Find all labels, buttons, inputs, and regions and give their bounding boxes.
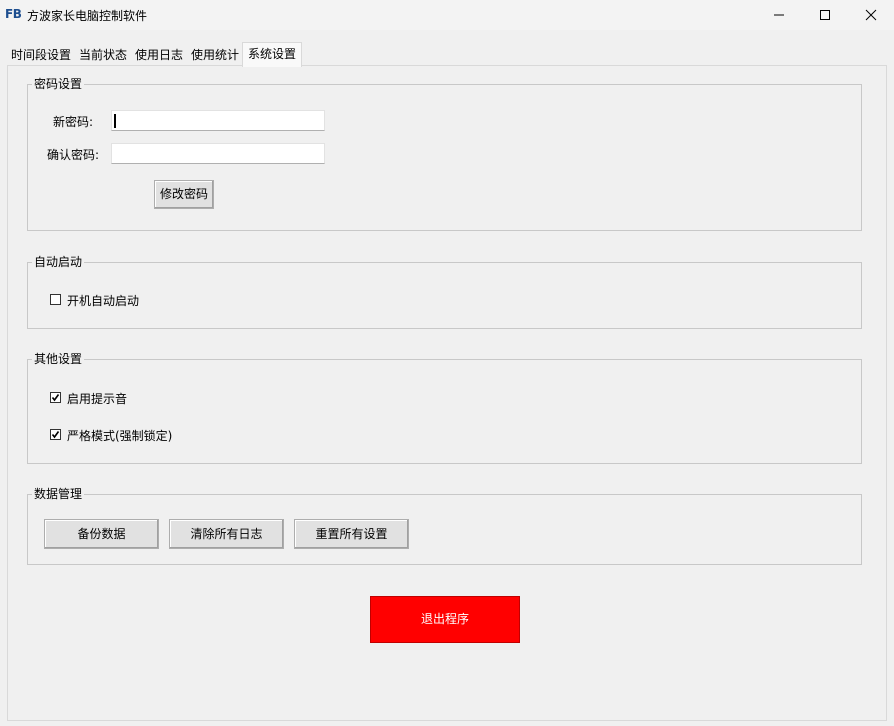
clear-logs-button[interactable]: 清除所有日志 [169,519,284,549]
autostart-group: 自动启动 [27,254,862,329]
password-group-title: 密码设置 [32,76,85,92]
checkmark-icon [51,431,60,439]
minimize-icon [774,14,784,16]
maximize-icon [820,10,830,20]
exit-program-button[interactable]: 退出程序 [370,596,520,643]
text-caret [114,114,116,128]
tab-usage-stats[interactable]: 使用统计 [186,45,245,66]
other-settings-group: 其他设置 [27,351,862,464]
change-password-button[interactable]: 修改密码 [154,180,214,209]
confirm-password-label: 确认密码: [47,148,100,162]
strict-mode-checkbox[interactable] [50,429,61,440]
window-title: 方波家长电脑控制软件 [27,9,148,23]
tab-current-status[interactable]: 当前状态 [74,45,133,66]
autostart-checkbox[interactable] [50,294,61,305]
confirm-password-input[interactable] [111,143,325,164]
autostart-label: 开机自动启动 [67,294,140,308]
other-settings-group-title: 其他设置 [32,351,85,367]
backup-data-button[interactable]: 备份数据 [44,519,159,549]
new-password-input[interactable] [111,110,325,131]
autostart-group-title: 自动启动 [32,254,85,270]
strict-mode-label: 严格模式(强制锁定) [67,429,173,443]
title-bar[interactable]: FB 方波家长电脑控制软件 [0,0,894,30]
maximize-button[interactable] [802,0,848,30]
reset-settings-button[interactable]: 重置所有设置 [294,519,409,549]
checkmark-icon [51,394,60,402]
app-logo-icon: FB [5,7,22,21]
minimize-button[interactable] [756,0,802,30]
close-icon [865,9,877,21]
close-button[interactable] [848,0,894,30]
sound-label: 启用提示音 [67,392,128,406]
new-password-label: 新密码: [53,115,94,129]
tab-usage-log[interactable]: 使用日志 [130,45,189,66]
tab-time-slots[interactable]: 时间段设置 [6,45,77,66]
sound-checkbox[interactable] [50,392,61,403]
data-management-group-title: 数据管理 [32,486,85,502]
tab-system-settings[interactable]: 系统设置 [242,42,303,67]
